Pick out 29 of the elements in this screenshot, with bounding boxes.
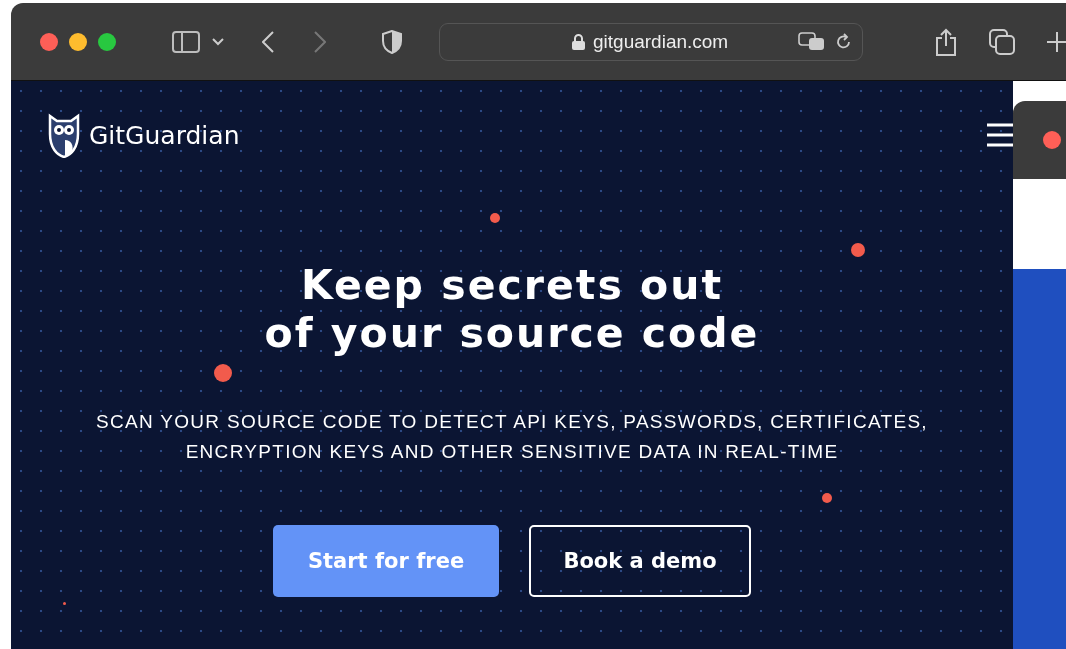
brand-name[interactable]: GitGuardian [89,120,240,150]
back-icon[interactable] [262,30,274,53]
decor-dot [214,364,232,382]
close-window-icon[interactable] [40,32,58,51]
decor-dot [822,493,832,503]
subtitle-line: SCAN YOUR SOURCE CODE TO DETECT API KEYS, PASSWORDS, CERTIFICATES, [96,410,928,434]
translate-icon[interactable] [798,31,826,52]
headline-line: of your source code [264,309,760,357]
reload-icon[interactable] [836,32,852,51]
chevron-down-icon[interactable] [212,37,224,46]
tabs-icon[interactable] [989,28,1015,55]
minimize-window-icon[interactable] [69,32,87,51]
decor-dot [63,602,66,605]
headline-line: Keep secrets out [300,261,723,309]
sidebar-icon[interactable] [172,30,200,53]
decor-dot [490,213,500,223]
book-demo-button[interactable]: Book a demo [529,525,751,597]
forward-icon[interactable] [314,30,326,53]
new-tab-icon[interactable] [1047,31,1066,52]
shield-icon[interactable] [381,29,403,54]
zoom-window-icon[interactable] [98,32,116,51]
close-window-icon [1043,131,1061,149]
address-bar[interactable]: gitguardian.com [439,22,863,61]
url-text: gitguardian.com [593,30,729,53]
decor-dot [851,243,865,257]
lock-icon [572,33,585,50]
menu-icon[interactable] [987,122,1013,148]
share-icon[interactable] [935,27,957,56]
subtitle-line: ENCRYPTION KEYS AND OTHER SENSITIVE DATA IN REAL-TIME [185,440,839,464]
